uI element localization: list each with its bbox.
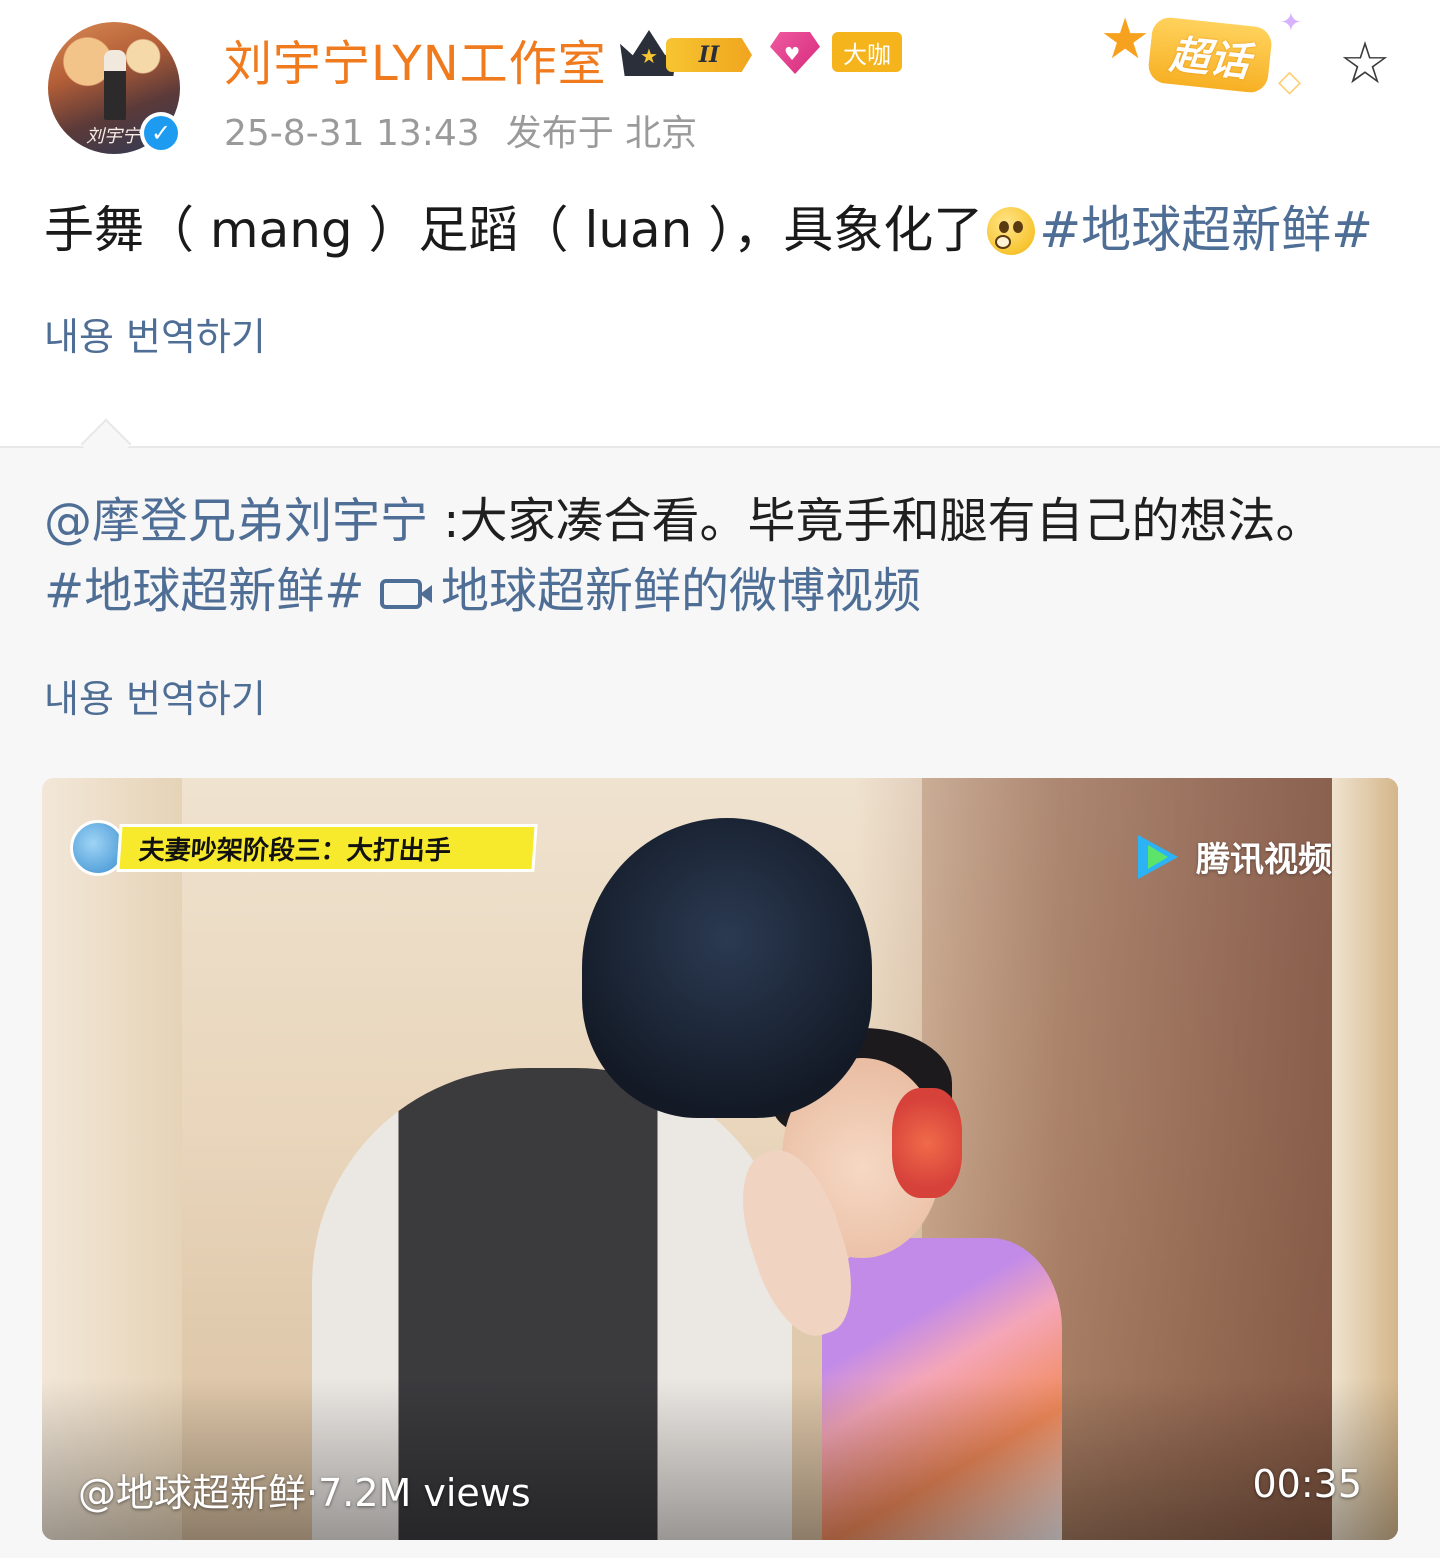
- video-source: @地球超新鲜·7.2M views: [78, 1471, 531, 1515]
- star-burst-icon: ★: [1100, 7, 1151, 72]
- post-timestamp: 25-8-31 13:43: [224, 113, 480, 154]
- supertopic-label: 超话: [1146, 15, 1274, 95]
- avatar-figure: [104, 50, 126, 120]
- thinking-face-emoji-icon: [987, 207, 1036, 255]
- scene-woman-flower: [892, 1088, 962, 1198]
- post-meta: 25-8-31 13:43 发布于 北京: [224, 104, 697, 156]
- post-text-main: 手舞（ mang ）足蹈（ luan ），具象化了: [44, 201, 984, 259]
- crown-star-icon: ★: [640, 44, 658, 68]
- retweet-body: :大家凑合看。毕竟手和腿有自己的想法。: [428, 493, 1324, 549]
- post-location: 发布于 北京: [505, 113, 698, 154]
- video-link[interactable]: 地球超新鲜的微博视频: [379, 563, 921, 619]
- supertopic-badge[interactable]: ★ 超话 ✦ ◇: [1100, 8, 1320, 108]
- crown-rank-badge[interactable]: ★ II: [620, 30, 754, 76]
- tencent-video-logo-icon: [1134, 833, 1186, 881]
- verified-check-icon: ✓: [140, 112, 182, 154]
- ring-icon: ◇: [1278, 64, 1302, 99]
- post-hashtag[interactable]: #地球超新鲜#: [1039, 201, 1373, 259]
- card-notch: [80, 418, 132, 470]
- post-text: 手舞（ mang ）足蹈（ luan ），具象化了 #地球超新鲜#: [44, 198, 1414, 262]
- avatar-signature: 刘宇宁: [86, 126, 140, 147]
- retweet-translate-link[interactable]: 내용 번역하기: [44, 668, 266, 723]
- tencent-video-watermark: 腾讯视频: [1134, 832, 1332, 881]
- sparkle-icon: ✦: [1280, 8, 1302, 38]
- watermark-label: 腾讯视频: [1196, 840, 1332, 880]
- verified-check-glyph: ✓: [144, 116, 178, 150]
- retweet-hashtag[interactable]: #地球超新鲜#: [44, 563, 364, 619]
- video-thumbnail[interactable]: 夫妻吵架阶段三：大打出手 腾讯视频 @地球超新鲜·7.2M views 00:3…: [42, 778, 1398, 1540]
- retweet-text: @摩登兄弟刘宇宁 :大家凑合看。毕竟手和腿有自己的想法。 #地球超新鲜# 地球超…: [44, 486, 1344, 626]
- scene-man-head: [582, 818, 872, 1118]
- rank-label: II: [666, 38, 752, 72]
- username[interactable]: 刘宇宁LYN工作室: [224, 24, 607, 94]
- translate-link[interactable]: 내용 번역하기: [44, 306, 266, 361]
- video-link-label: 地球超新鲜的微博视频: [440, 563, 921, 619]
- diamond-badge-glyph: ♥: [784, 44, 801, 65]
- daka-badge[interactable]: 大咖: [832, 32, 902, 72]
- post-header: 刘宇宁 ✓ 刘宇宁LYN工作室 ★ II ♥ 大咖 25-8-31 13:43 发…: [0, 0, 1440, 170]
- video-caption: 夫妻吵架阶段三：大打出手: [116, 824, 538, 872]
- video-caption-banner: 夫妻吵架阶段三：大打出手: [70, 814, 546, 878]
- video-duration: 00:35: [1252, 1462, 1362, 1506]
- retweet-mention[interactable]: @摩登兄弟刘宇宁: [44, 493, 428, 549]
- retweet-card[interactable]: @摩登兄弟刘宇宁 :大家凑合看。毕竟手和腿有自己的想法。 #地球超新鲜# 地球超…: [0, 418, 1440, 1558]
- diamond-badge-icon[interactable]: ♥: [770, 32, 820, 74]
- star-outline-icon[interactable]: ☆: [1334, 32, 1396, 94]
- video-camera-icon: [379, 579, 432, 609]
